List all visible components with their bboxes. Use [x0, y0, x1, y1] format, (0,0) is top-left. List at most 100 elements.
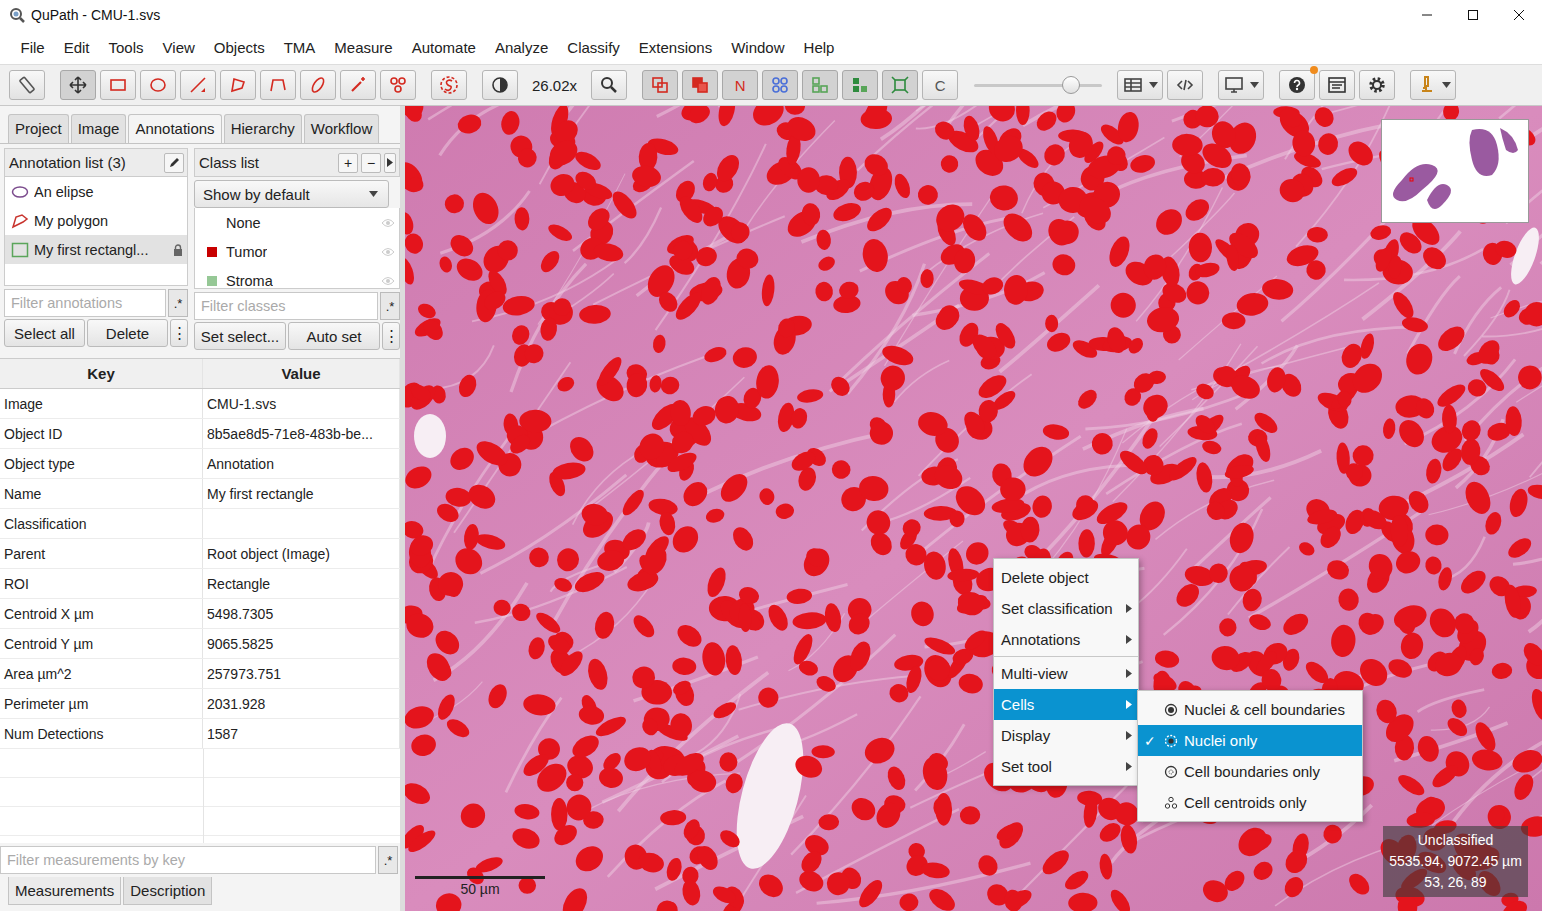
panel-tab[interactable]: Image	[71, 114, 127, 143]
context-menu-item[interactable]: Annotations	[994, 624, 1138, 655]
class-visibility-dropdown[interactable]: Show by default	[194, 180, 389, 208]
toolbar-button[interactable]	[260, 70, 296, 100]
toolbar-button[interactable]	[300, 70, 336, 100]
toolbar-button[interactable]: N	[722, 70, 758, 100]
annotation-item[interactable]: My first rectangl...	[5, 235, 187, 264]
table-row[interactable]: Centroid X µm5498.7305	[0, 599, 400, 629]
bottom-tab[interactable]: Measurements	[8, 877, 121, 905]
table-row[interactable]: ParentRoot object (Image)	[0, 539, 400, 569]
annotation-item[interactable]: An elipse	[5, 177, 187, 206]
panel-tab[interactable]: Project	[8, 114, 69, 143]
table-row[interactable]: Object typeAnnotation	[0, 449, 400, 479]
toolbar-button[interactable]	[882, 70, 918, 100]
filter-input[interactable]: Filter classes	[194, 292, 378, 320]
menu-item[interactable]: Automate	[402, 39, 485, 56]
table-row[interactable]: NameMy first rectangle	[0, 479, 400, 509]
menu-item[interactable]: Measure	[325, 39, 402, 56]
toolbar-button[interactable]	[482, 70, 518, 100]
panel-tab[interactable]: Hierarchy	[224, 114, 302, 143]
table-row[interactable]: Object ID8b5ae8d5-71e8-483b-be...	[0, 419, 400, 449]
context-menu-item[interactable]: Set classification	[994, 593, 1138, 624]
edit-button[interactable]	[164, 153, 184, 173]
image-viewer[interactable]: 50 µm Unclassified5535.94, 9072.45 µm53,…	[405, 106, 1542, 911]
menu-item[interactable]: TMA	[274, 39, 325, 56]
class-item[interactable]: Tumor	[195, 237, 399, 266]
class-header-button[interactable]: +	[338, 153, 358, 173]
eye-icon[interactable]	[381, 218, 395, 228]
toolbar-button[interactable]	[1359, 70, 1395, 100]
maximize-button[interactable]	[1450, 0, 1496, 30]
toolbar-button[interactable]	[380, 70, 416, 100]
menu-item[interactable]: Objects	[204, 39, 274, 56]
table-row[interactable]: Perimeter µm2031.928	[0, 689, 400, 719]
bottom-tab[interactable]: Description	[123, 877, 212, 905]
toolbar-button[interactable]	[1279, 70, 1315, 100]
toolbar-button[interactable]	[220, 70, 256, 100]
filter-input[interactable]: Filter measurements by key	[0, 846, 376, 874]
submenu-item[interactable]: Cell boundaries only	[1138, 756, 1362, 787]
class-header-button[interactable]: −	[361, 153, 381, 173]
table-row[interactable]: ROIRectangle	[0, 569, 400, 599]
eye-icon[interactable]	[381, 247, 395, 257]
table-row[interactable]: Num Detections1587	[0, 719, 400, 749]
dropdown-more[interactable]	[392, 180, 400, 208]
class-item[interactable]: Stroma	[195, 266, 399, 289]
more-button[interactable]: ⋮	[382, 322, 400, 350]
column-header[interactable]: Value	[203, 359, 400, 388]
eye-icon[interactable]	[381, 276, 395, 286]
panel-tab[interactable]: Annotations	[128, 114, 221, 143]
regex-button[interactable]: .*	[378, 846, 398, 874]
toolbar-button[interactable]	[591, 70, 627, 100]
slider-knob[interactable]	[1062, 76, 1080, 94]
menu-item[interactable]: View	[153, 39, 204, 56]
column-header[interactable]: Key	[0, 359, 203, 388]
menu-item[interactable]: Edit	[54, 39, 99, 56]
panel-button[interactable]: Auto set	[288, 322, 380, 350]
menu-item[interactable]: Analyze	[485, 39, 557, 56]
toolbar-button[interactable]	[802, 70, 838, 100]
toolbar-button[interactable]: C	[922, 70, 958, 100]
toolbar-button[interactable]	[1218, 70, 1264, 100]
table-row[interactable]: Centroid Y µm9065.5825	[0, 629, 400, 659]
toolbar-button[interactable]	[100, 70, 136, 100]
toolbar-button[interactable]	[642, 70, 678, 100]
panel-button[interactable]: Set select...	[194, 322, 286, 350]
toolbar-button[interactable]	[762, 70, 798, 100]
toolbar-button[interactable]	[9, 70, 45, 100]
filter-input[interactable]: Filter annotations	[4, 289, 166, 317]
table-row[interactable]: Area µm^2257973.751	[0, 659, 400, 689]
toolbar-button[interactable]	[1117, 70, 1163, 100]
menu-item[interactable]: Extensions	[629, 39, 721, 56]
panel-tab[interactable]: Workflow	[304, 114, 379, 143]
context-menu-item[interactable]: Multi-view	[994, 658, 1138, 689]
panel-button[interactable]: Delete	[87, 319, 168, 347]
menu-item[interactable]: Help	[794, 39, 844, 56]
menu-item[interactable]: Tools	[99, 39, 153, 56]
menu-item[interactable]: Classify	[558, 39, 630, 56]
submenu-item[interactable]: ✓ Nuclei only	[1138, 725, 1362, 756]
regex-button[interactable]: .*	[168, 289, 188, 317]
context-menu-item[interactable]: Display	[994, 720, 1138, 751]
toolbar-button[interactable]	[1167, 70, 1203, 100]
regex-button[interactable]: .*	[380, 292, 400, 320]
context-menu-item[interactable]: Cells	[994, 689, 1138, 720]
table-row[interactable]: ImageCMU-1.svs	[0, 389, 400, 419]
minimize-button[interactable]	[1404, 0, 1450, 30]
menu-item[interactable]: File	[11, 39, 54, 56]
toolbar-button[interactable]	[1410, 70, 1456, 100]
toolbar-button[interactable]	[60, 70, 96, 100]
overview-thumbnail[interactable]	[1381, 119, 1529, 223]
annotation-item[interactable]: My polygon	[5, 206, 187, 235]
toolbar-button[interactable]	[682, 70, 718, 100]
panel-button[interactable]: Select all	[4, 319, 85, 347]
close-button[interactable]	[1496, 0, 1542, 30]
toolbar-button[interactable]	[340, 70, 376, 100]
toolbar-button[interactable]	[1319, 70, 1355, 100]
table-row[interactable]: Classification	[0, 509, 400, 539]
toolbar-button[interactable]	[180, 70, 216, 100]
context-menu-item[interactable]: Set tool	[994, 751, 1138, 782]
menu-item[interactable]: Window	[722, 39, 794, 56]
more-button[interactable]: ⋮	[170, 319, 188, 347]
class-menu-button[interactable]	[384, 153, 396, 173]
class-item[interactable]: None	[195, 208, 399, 237]
